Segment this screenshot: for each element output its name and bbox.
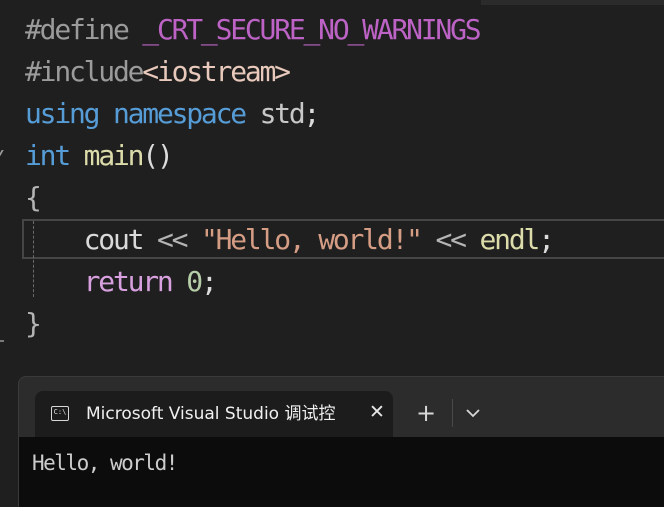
include-header: <iostream> bbox=[142, 55, 291, 88]
semicolon: ; bbox=[200, 265, 218, 298]
fold-indicator[interactable] bbox=[0, 150, 8, 156]
identifier: cout bbox=[83, 223, 145, 256]
terminal-output: Hello, world! bbox=[32, 451, 178, 475]
keyword: namespace bbox=[112, 97, 247, 130]
close-brace: } bbox=[25, 307, 42, 340]
editor-top-strip bbox=[481, 0, 664, 5]
semicolon: ; bbox=[303, 97, 321, 130]
semicolon: ; bbox=[538, 223, 555, 256]
code-line-4[interactable]: int main() bbox=[25, 135, 174, 177]
code-editor[interactable]: #define _CRT_SECURE_NO_WARNINGS #include… bbox=[0, 0, 664, 376]
code-line-5[interactable]: { bbox=[25, 177, 42, 219]
function-name: main bbox=[83, 139, 145, 172]
preprocessor-directive: #include bbox=[25, 55, 144, 88]
plus-icon[interactable]: + bbox=[415, 399, 437, 427]
operator: << bbox=[435, 223, 468, 256]
chevron-down-icon[interactable] bbox=[463, 401, 483, 425]
open-brace: { bbox=[25, 181, 42, 214]
fold-end-indicator bbox=[0, 340, 4, 342]
keyword: using bbox=[25, 97, 101, 130]
code-line-6[interactable]: cout << "Hello, world!" << endl; bbox=[25, 219, 555, 261]
operator: << bbox=[156, 223, 189, 256]
macro-name: _CRT_SECURE_NO_WARNINGS bbox=[142, 13, 481, 46]
keyword: return bbox=[83, 265, 174, 298]
code-line-3[interactable]: using namespace std; bbox=[25, 93, 321, 135]
string-literal: "Hello, world!" bbox=[200, 223, 423, 256]
code-line-1[interactable]: #define _CRT_SECURE_NO_WARNINGS bbox=[25, 9, 482, 51]
terminal-tab[interactable]: Microsoft Visual Studio 调试控制台 ✕ bbox=[35, 391, 393, 437]
code-line-7[interactable]: return 0; bbox=[25, 261, 218, 303]
preprocessor-directive: #define bbox=[25, 13, 130, 46]
tab-separator bbox=[452, 399, 453, 427]
close-icon[interactable]: ✕ bbox=[367, 400, 387, 424]
namespace-name: std bbox=[259, 97, 306, 130]
code-line-2[interactable]: #include<iostream> bbox=[25, 51, 291, 93]
console-icon bbox=[51, 406, 69, 421]
code-line-8[interactable]: } bbox=[25, 303, 42, 345]
parentheses: () bbox=[142, 139, 174, 172]
terminal-window: Microsoft Visual Studio 调试控制台 ✕ + Hello,… bbox=[18, 376, 664, 507]
identifier: endl bbox=[479, 223, 541, 256]
number-literal: 0 bbox=[186, 265, 203, 298]
tab-title: Microsoft Visual Studio 调试控制台 bbox=[86, 404, 336, 424]
terminal-body[interactable]: Hello, world! bbox=[19, 437, 664, 507]
keyword: int bbox=[25, 139, 71, 172]
